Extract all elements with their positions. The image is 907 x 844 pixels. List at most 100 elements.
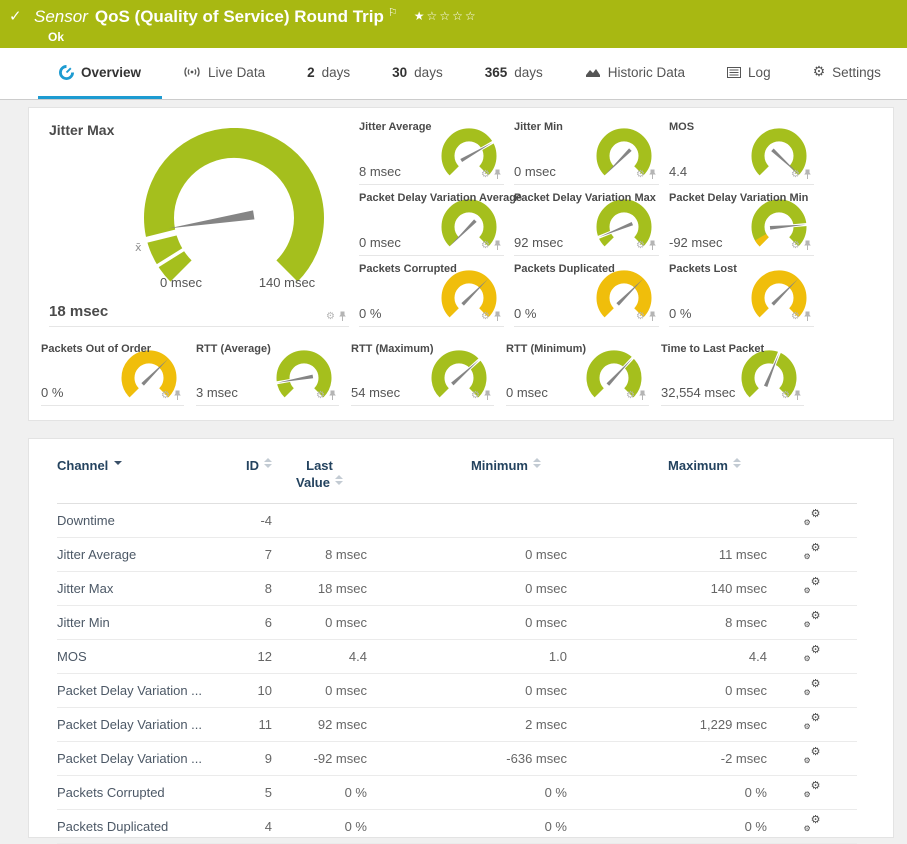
gauge-panel-packet-delay-variation-average[interactable]: Packet Delay Variation Average0 msec⚙ xyxy=(359,185,504,256)
gauge-panel-jitter-min[interactable]: Jitter Min0 msec⚙ xyxy=(514,114,659,185)
gauge-panel-packets-corrupted[interactable]: Packets Corrupted0 %⚙ xyxy=(359,256,504,327)
gauge-panel-time-to-last-packet[interactable]: Time to Last Packet32,554 msec⚙ xyxy=(661,336,804,406)
gauge-scale-max: 140 msec xyxy=(252,275,322,290)
channel-settings-icon[interactable]: ⚙⚙ xyxy=(804,511,821,526)
tab-historic-data[interactable]: Historic Data xyxy=(564,48,706,99)
channel-row-jitter-min[interactable]: Jitter Min60 msec0 msec8 msec⚙⚙ xyxy=(57,606,857,640)
channel-row-downtime[interactable]: Downtime-4⚙⚙ xyxy=(57,504,857,538)
channel-settings-gear-icon[interactable]: ⚙ xyxy=(636,170,645,180)
gauge-panel-jitter-average[interactable]: Jitter Average8 msec⚙ xyxy=(359,114,504,185)
tab-2-days[interactable]: 2 days xyxy=(286,48,371,99)
gauge-panel-packet-delay-variation-min[interactable]: Packet Delay Variation Min-92 msec⚙ xyxy=(669,185,814,256)
gauge-actions: ⚙ xyxy=(481,169,502,180)
priority-flag-icon[interactable]: ⚐ xyxy=(388,6,398,19)
pin-icon[interactable] xyxy=(638,390,647,401)
channel-row-packets-corrupted[interactable]: Packets Corrupted50 %0 %0 %⚙⚙ xyxy=(57,776,857,810)
channel-row-packet-delay-variation[interactable]: Packet Delay Variation ...9-92 msec-636 … xyxy=(57,742,857,776)
column-header-id[interactable]: ID xyxy=(227,451,272,504)
gauge-label: Packet Delay Variation Average xyxy=(359,192,522,204)
tab-settings[interactable]: ⚙ Settings xyxy=(792,48,902,99)
pin-icon[interactable] xyxy=(648,240,657,251)
area-chart-icon xyxy=(585,67,601,78)
row-actions: ⚙⚙ xyxy=(767,606,857,640)
column-header-last-value[interactable]: LastValue xyxy=(272,451,367,504)
gauge-actions: ⚙ xyxy=(636,169,657,180)
channel-settings-gear-icon[interactable]: ⚙ xyxy=(636,241,645,251)
channel-settings-icon[interactable]: ⚙⚙ xyxy=(804,681,821,696)
tab-log[interactable]: Log xyxy=(706,48,792,99)
pin-icon[interactable] xyxy=(803,240,812,251)
channel-row-mos[interactable]: MOS124.41.04.4⚙⚙ xyxy=(57,640,857,674)
channel-settings-gear-icon[interactable]: ⚙ xyxy=(791,170,800,180)
tab-bar: Overview Live Data 2 days 30 days 365 da… xyxy=(0,48,907,100)
tab-30-days[interactable]: 30 days xyxy=(371,48,464,99)
pin-icon[interactable] xyxy=(648,311,657,322)
channel-row-packet-delay-variation[interactable]: Packet Delay Variation ...100 msec0 msec… xyxy=(57,674,857,708)
channel-settings-gear-icon[interactable]: ⚙ xyxy=(636,312,645,322)
channel-settings-gear-icon[interactable]: ⚙ xyxy=(481,170,490,180)
channel-settings-icon[interactable]: ⚙⚙ xyxy=(804,715,821,730)
pin-icon[interactable] xyxy=(173,390,182,401)
channel-settings-gear-icon[interactable]: ⚙ xyxy=(791,241,800,251)
channel-row-jitter-average[interactable]: Jitter Average78 msec0 msec11 msec⚙⚙ xyxy=(57,538,857,572)
gauge-dial xyxy=(69,128,369,313)
channel-name: Packets Duplicated xyxy=(57,810,227,844)
channel-settings-gear-icon[interactable]: ⚙ xyxy=(316,391,325,401)
channel-settings-icon[interactable]: ⚙⚙ xyxy=(804,817,821,832)
pin-icon[interactable] xyxy=(328,390,337,401)
gauge-panel-rtt-minimum[interactable]: RTT (Minimum)0 msec⚙ xyxy=(506,336,649,406)
channel-settings-gear-icon[interactable]: ⚙ xyxy=(481,241,490,251)
column-header-channel[interactable]: Channel xyxy=(57,451,227,504)
channel-settings-gear-icon[interactable]: ⚙ xyxy=(781,391,790,401)
pin-icon[interactable] xyxy=(793,390,802,401)
gauge-panel-packets-out-of-order[interactable]: Packets Out of Order0 %⚙ xyxy=(41,336,184,406)
tab-365-days[interactable]: 365 days xyxy=(464,48,564,99)
channel-row-packets-duplicated[interactable]: Packets Duplicated40 %0 %0 %⚙⚙ xyxy=(57,810,857,844)
pin-icon[interactable] xyxy=(493,169,502,180)
gauge-panel-jitter-max[interactable]: Jitter Max x̄ 0 msec 140 msec 18 msec ⚙ xyxy=(49,114,349,327)
gauge-panel-rtt-average[interactable]: RTT (Average)3 msec⚙ xyxy=(196,336,339,406)
channel-settings-icon[interactable]: ⚙⚙ xyxy=(804,647,821,662)
row-actions: ⚙⚙ xyxy=(767,742,857,776)
gauge-panel-rtt-maximum[interactable]: RTT (Maximum)54 msec⚙ xyxy=(351,336,494,406)
priority-stars[interactable]: ★☆☆☆☆ xyxy=(414,9,478,23)
channel-settings-gear-icon[interactable]: ⚙ xyxy=(626,391,635,401)
row-actions: ⚙⚙ xyxy=(767,504,857,538)
channel-settings-gear-icon[interactable]: ⚙ xyxy=(326,312,335,322)
pin-icon[interactable] xyxy=(803,311,812,322)
pin-icon[interactable] xyxy=(648,169,657,180)
gauge-panel-mos[interactable]: MOS4.4⚙ xyxy=(669,114,814,185)
channel-id: 7 xyxy=(227,538,272,572)
channel-row-jitter-max[interactable]: Jitter Max818 msec0 msec140 msec⚙⚙ xyxy=(57,572,857,606)
channel-settings-icon[interactable]: ⚙⚙ xyxy=(804,783,821,798)
column-header-maximum[interactable]: Maximum xyxy=(567,451,767,504)
channel-settings-icon[interactable]: ⚙⚙ xyxy=(804,579,821,594)
column-header-minimum[interactable]: Minimum xyxy=(367,451,567,504)
tab-overview[interactable]: Overview xyxy=(38,48,162,99)
channel-settings-gear-icon[interactable]: ⚙ xyxy=(471,391,480,401)
gauge-label: Packet Delay Variation Min xyxy=(669,192,808,204)
gauge-value: 3 msec xyxy=(196,385,238,400)
pin-icon[interactable] xyxy=(483,390,492,401)
pin-icon[interactable] xyxy=(803,169,812,180)
log-list-icon xyxy=(727,67,741,78)
tab-live-data[interactable]: Live Data xyxy=(162,48,286,99)
minimum-value: 1.0 xyxy=(367,640,567,674)
pin-icon[interactable] xyxy=(338,311,347,322)
pin-icon[interactable] xyxy=(493,311,502,322)
gauge-panel-packets-duplicated[interactable]: Packets Duplicated0 %⚙ xyxy=(514,256,659,327)
channel-settings-icon[interactable]: ⚙⚙ xyxy=(804,545,821,560)
channel-settings-gear-icon[interactable]: ⚙ xyxy=(161,391,170,401)
gauge-panel-packet-delay-variation-max[interactable]: Packet Delay Variation Max92 msec⚙ xyxy=(514,185,659,256)
minimum-value: 2 msec xyxy=(367,708,567,742)
channel-settings-icon[interactable]: ⚙⚙ xyxy=(804,749,821,764)
gauges-panel: Jitter Max x̄ 0 msec 140 msec 18 msec ⚙ … xyxy=(28,107,894,421)
channel-settings-icon[interactable]: ⚙⚙ xyxy=(804,613,821,628)
sort-toggle-icon xyxy=(335,475,343,485)
channel-settings-gear-icon[interactable]: ⚙ xyxy=(791,312,800,322)
channel-row-packet-delay-variation[interactable]: Packet Delay Variation ...1192 msec2 mse… xyxy=(57,708,857,742)
channel-settings-gear-icon[interactable]: ⚙ xyxy=(481,312,490,322)
pin-icon[interactable] xyxy=(493,240,502,251)
gauge-actions: ⚙ xyxy=(791,169,812,180)
gauge-panel-packets-lost[interactable]: Packets Lost0 %⚙ xyxy=(669,256,814,327)
